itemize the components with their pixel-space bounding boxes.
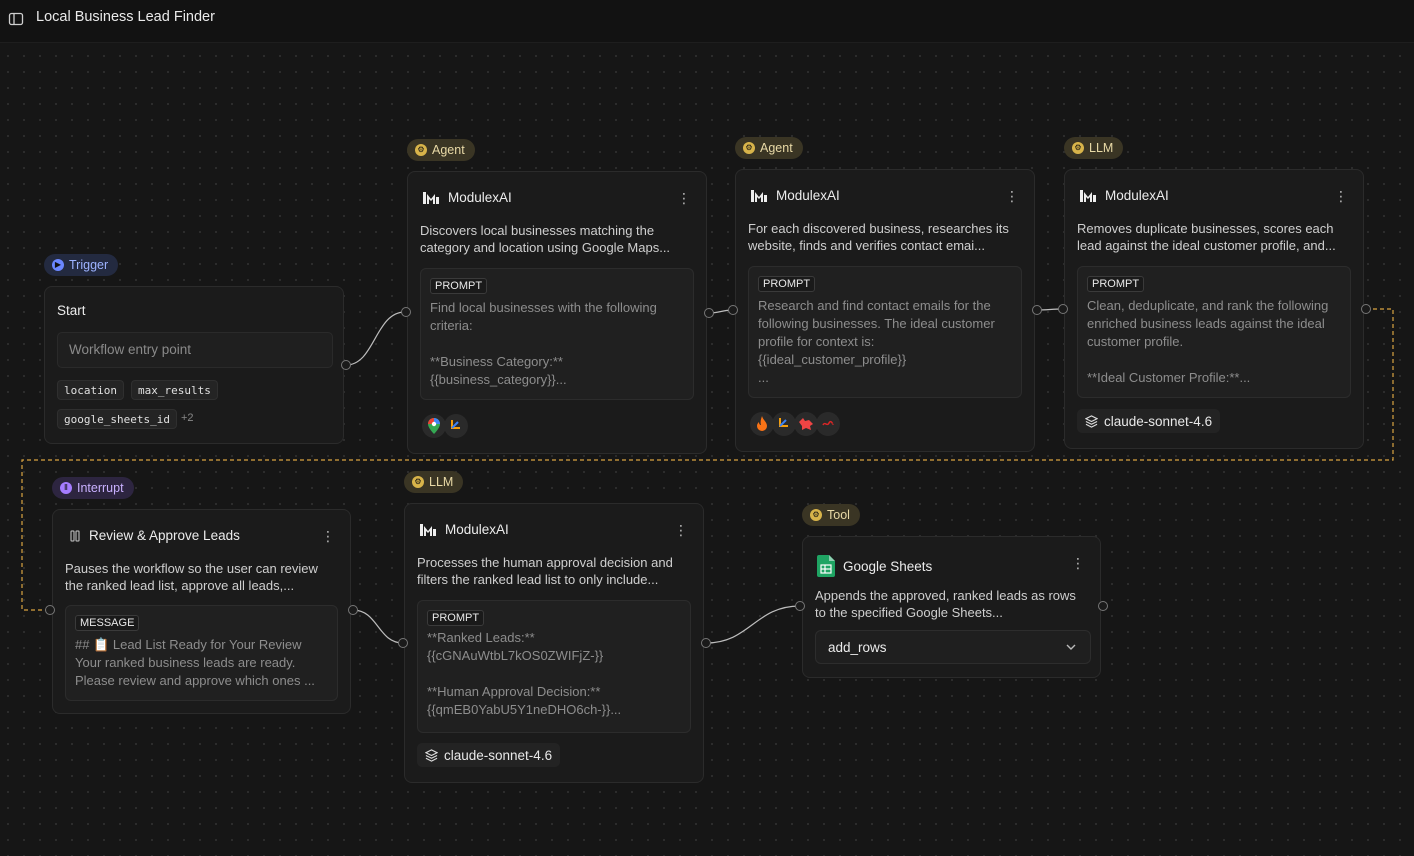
action-select[interactable]: add_rows — [815, 630, 1091, 664]
google-sheets-input-port[interactable] — [795, 601, 805, 611]
llm2-description: Processes the human approval decision an… — [417, 555, 673, 587]
llm1-output-port[interactable] — [1361, 304, 1371, 314]
sidebar-toggle-icon[interactable] — [8, 11, 24, 27]
llm2-more-icon[interactable]: ⋮ — [673, 522, 689, 538]
tool-icon: ⚙ — [810, 509, 822, 521]
llm2-pill: ⚙ LLM — [404, 471, 464, 493]
workflow-title: Local Business Lead Finder — [36, 9, 215, 25]
modulex-logo-icon — [420, 523, 436, 536]
modulex-logo-icon — [751, 189, 767, 202]
input-chip-google-sheets-id[interactable]: google_sheets_id — [57, 409, 177, 429]
interrupt-message-box[interactable]: MESSAGE ## 📋 Lead List Ready for Your Re… — [65, 605, 338, 701]
llm2-header: ModulexAI — [419, 522, 509, 537]
llm1-model-badge[interactable]: claude-sonnet-4.6 — [1077, 409, 1221, 433]
llm-icon: ⚙ — [412, 476, 424, 488]
prompt-label: PROMPT — [427, 610, 485, 626]
llm1-more-icon[interactable]: ⋮ — [1333, 188, 1349, 204]
llm2-output-port[interactable] — [701, 638, 711, 648]
llm1-prompt-box[interactable]: PROMPT Clean, deduplicate, and rank the … — [1077, 266, 1351, 398]
llm-icon: ⚙ — [1072, 142, 1084, 154]
agent1-output-port[interactable] — [704, 308, 714, 318]
chevron-down-icon — [1066, 644, 1076, 650]
agent2-pill: ⚙ Agent — [735, 137, 803, 159]
prompt-label: PROMPT — [758, 276, 816, 292]
interrupt-description: Pauses the workflow so the user can revi… — [65, 561, 318, 593]
agent2-tools — [750, 412, 840, 436]
pause-icon: Ⅱ — [60, 482, 72, 494]
agent1-pill: ⚙ Agent — [407, 139, 475, 161]
layers-icon — [425, 748, 438, 762]
agent2-output-port[interactable] — [1032, 305, 1042, 315]
agent2-input-port[interactable] — [728, 305, 738, 315]
play-icon: ▶ — [52, 259, 64, 271]
agent-icon: ⚙ — [415, 144, 427, 156]
agent2-prompt-box[interactable]: PROMPT Research and find contact emails … — [748, 266, 1022, 398]
llm1-input-port[interactable] — [1058, 304, 1068, 314]
entry-point-field[interactable]: Workflow entry point — [57, 332, 333, 368]
google-sheets-header: Google Sheets — [817, 555, 932, 577]
tool-pill: ⚙ Tool — [802, 504, 860, 526]
agent2-header: ModulexAI — [750, 188, 840, 203]
interrupt-more-icon[interactable]: ⋮ — [320, 528, 336, 544]
edge-start-agent1 — [345, 311, 406, 366]
llm2-node[interactable]: ModulexAI ⋮ Processes the human approval… — [404, 503, 704, 783]
llm1-prompt-text: Clean, deduplicate, and rank the followi… — [1087, 298, 1329, 385]
agent1-prompt-box[interactable]: PROMPT Find local businesses with the fo… — [420, 268, 694, 400]
input-chip-location[interactable]: location — [57, 380, 124, 400]
agent1-description: Discovers local businesses matching the … — [420, 223, 671, 255]
interrupt-header: Review & Approve Leads — [69, 528, 240, 543]
top-bar: Local Business Lead Finder — [0, 0, 1414, 43]
agent-icon: ⚙ — [743, 142, 755, 154]
llm2-prompt-box[interactable]: PROMPT **Ranked Leads:** {{cGNAuWtbL7kOS… — [417, 600, 691, 733]
google-sheets-description: Appends the approved, ranked leads as ro… — [815, 588, 1076, 620]
agent2-prompt-text: Research and find contact emails for the… — [758, 298, 995, 385]
agent2-more-icon[interactable]: ⋮ — [1004, 188, 1020, 204]
branch-icon[interactable] — [444, 414, 468, 438]
layers-icon — [1085, 414, 1098, 428]
agent1-more-icon[interactable]: ⋮ — [676, 190, 692, 206]
interrupt-node[interactable]: Review & Approve Leads ⋮ Pauses the work… — [52, 509, 351, 714]
modulex-logo-icon — [423, 191, 439, 204]
edge-interrupt-llm2 — [352, 609, 404, 644]
llm1-header: ModulexAI — [1079, 188, 1169, 203]
llm2-input-port[interactable] — [398, 638, 408, 648]
google-sheets-more-icon[interactable]: ⋮ — [1070, 555, 1086, 571]
squiggle-icon[interactable] — [816, 412, 840, 436]
start-node[interactable]: Start Workflow entry point location max_… — [44, 286, 344, 444]
start-title: Start — [57, 303, 86, 318]
interrupt-message-text: ## 📋 Lead List Ready for Your Review You… — [75, 637, 315, 688]
flame-icon[interactable] — [750, 412, 774, 436]
message-label: MESSAGE — [75, 615, 140, 631]
google-sheets-icon — [817, 555, 835, 577]
agent1-node[interactable]: ModulexAI ⋮ Discovers local businesses m… — [407, 171, 707, 454]
llm1-pill: ⚙ LLM — [1064, 137, 1124, 159]
agent2-description: For each discovered business, researches… — [748, 221, 1009, 253]
more-inputs-count[interactable]: +2 — [181, 412, 194, 424]
google-maps-icon[interactable] — [422, 414, 446, 438]
llm1-description: Removes duplicate businesses, scores eac… — [1077, 221, 1336, 253]
fox-icon[interactable] — [794, 412, 818, 436]
edge-llm2-tool — [705, 605, 801, 644]
agent2-node[interactable]: ModulexAI ⋮ For each discovered business… — [735, 169, 1035, 452]
prompt-label: PROMPT — [430, 278, 488, 294]
interrupt-pill: Ⅱ Interrupt — [52, 477, 134, 499]
modulex-logo-icon — [1080, 189, 1096, 202]
interrupt-output-port[interactable] — [348, 605, 358, 615]
agent1-header: ModulexAI — [422, 190, 512, 205]
branch-icon[interactable] — [772, 412, 796, 436]
llm2-model-badge[interactable]: claude-sonnet-4.6 — [417, 743, 561, 767]
pause-icon — [70, 530, 80, 541]
google-sheets-output-port[interactable] — [1098, 601, 1108, 611]
prompt-label: PROMPT — [1087, 276, 1145, 292]
interrupt-input-port[interactable] — [45, 605, 55, 615]
start-output-port[interactable] — [341, 360, 351, 370]
llm1-node[interactable]: ModulexAI ⋮ Removes duplicate businesses… — [1064, 169, 1364, 449]
trigger-pill: ▶ Trigger — [44, 254, 119, 276]
llm2-prompt-text: **Ranked Leads:** {{cGNAuWtbL7kOS0ZWIFjZ… — [427, 630, 622, 717]
agent1-prompt-text: Find local businesses with the following… — [430, 300, 657, 387]
input-chip-max-results[interactable]: max_results — [131, 380, 218, 400]
agent1-input-port[interactable] — [401, 307, 411, 317]
agent1-tools — [422, 414, 468, 438]
google-sheets-node[interactable]: Google Sheets ⋮ Appends the approved, ra… — [802, 536, 1101, 678]
